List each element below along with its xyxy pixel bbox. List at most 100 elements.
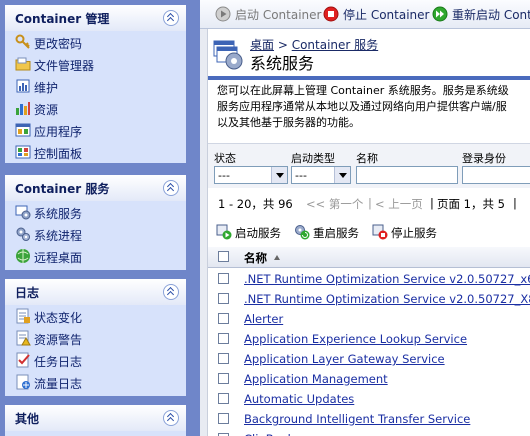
panel-title: Container 管理 [15, 12, 110, 26]
services-icon [15, 205, 31, 220]
column-header-name[interactable]: 名称 [244, 250, 267, 266]
chevron-down-icon [334, 167, 350, 183]
scrollbar[interactable] [200, 29, 208, 436]
main-content: 桌面 > Container 服务 系统服务 您可以在此屏幕上管理 Contai… [200, 29, 530, 436]
sidebar-item-task-log[interactable]: 任务日志 [5, 349, 186, 371]
panel-header[interactable]: Container 服务 [5, 175, 186, 201]
start-service-button[interactable]: 启动服务 [216, 224, 291, 240]
toolbar-label: 停止 Container [343, 8, 430, 22]
row-checkbox[interactable] [218, 373, 229, 384]
action-label: 启动服务 [235, 226, 281, 240]
applications-icon [15, 123, 31, 137]
sidebar-item-system-services[interactable]: 系统服务 [5, 201, 186, 223]
panel-container-services: Container 服务 系统服务 系统进程 远程桌面 [5, 175, 186, 270]
service-name-link[interactable]: .NET Runtime Optimization Service v2.0.5… [244, 292, 530, 306]
traffic-log-icon [16, 374, 30, 390]
sidebar-item-change-password[interactable]: 更改密码 [5, 31, 186, 53]
row-checkbox[interactable] [218, 333, 229, 344]
stop-container-button[interactable]: 停止 Container [323, 6, 430, 22]
page-description: 您可以在此屏幕上管理 Container 系统服务。服务是系统级 服务应用程序通… [217, 83, 530, 131]
collapse-icon[interactable] [163, 284, 179, 300]
name-filter-label: 名称 [356, 152, 378, 165]
sidebar-item-label: 文件管理器 [34, 59, 95, 73]
sidebar-item-traffic-log[interactable]: 流量日志 [5, 371, 186, 393]
sidebar-item-label: 状态变化 [34, 311, 83, 325]
select-value: --- [295, 169, 307, 182]
stop-service-button[interactable]: 停止服务 [372, 224, 447, 240]
restart-service-icon [295, 225, 310, 240]
sidebar-item-system-processes[interactable]: 系统进程 [5, 223, 186, 245]
sidebar-item-applications[interactable]: 应用程序 [5, 119, 186, 141]
logon-filter-input[interactable] [462, 166, 530, 184]
toolbar-label: 启动 Container [235, 8, 322, 22]
sidebar-item-control-panel[interactable]: 控制面板 [5, 141, 186, 163]
sidebar-item-label: 系统服务 [34, 207, 83, 221]
task-log-icon [16, 352, 30, 368]
resources-icon [16, 102, 30, 115]
service-name-link[interactable]: Application Management [244, 372, 388, 386]
startup-type-filter-label: 启动类型 [291, 152, 335, 165]
folder-icon [15, 57, 31, 71]
sidebar-item-label: 应用程序 [34, 125, 83, 139]
service-name-link[interactable]: Automatic Updates [244, 392, 354, 406]
logon-filter-label: 登录身份 [462, 152, 506, 165]
row-checkbox[interactable] [218, 413, 229, 424]
service-name-link[interactable]: Application Experience Lookup Service [244, 332, 467, 346]
restart-container-button[interactable]: 重新启动 Contain [432, 6, 530, 22]
row-checkbox[interactable] [218, 313, 229, 324]
panel-header[interactable]: 其他 [5, 405, 186, 431]
service-name-link[interactable]: Background Intelligent Transfer Service [244, 412, 470, 426]
sidebar-item-status-changes[interactable]: 状态变化 [5, 305, 186, 327]
collapse-icon[interactable] [163, 180, 179, 196]
service-name-link[interactable]: ClipBook [244, 432, 294, 436]
play-icon [215, 6, 231, 22]
row-checkbox[interactable] [218, 293, 229, 304]
collapse-icon[interactable] [163, 410, 179, 426]
panel-logs: 日志 状态变化 资源警告 任务日志 流量日志 [5, 279, 186, 396]
sidebar-item-label: 更改密码 [34, 37, 83, 51]
table-row: Application Layer Gateway Service [208, 349, 530, 369]
pager-first-link[interactable]: << 第一个 [306, 196, 363, 212]
key-icon [15, 34, 30, 49]
sidebar-item-maintenance[interactable]: 维护 [5, 75, 186, 97]
row-checkbox[interactable] [218, 273, 229, 284]
start-container-button[interactable]: 启动 Container [215, 6, 325, 22]
row-checkbox[interactable] [218, 393, 229, 404]
select-all-checkbox[interactable] [218, 251, 229, 262]
sidebar-item-file-manager[interactable]: 文件管理器 [5, 53, 186, 75]
panel-title: 日志 [15, 286, 40, 300]
table-row: ClipBook [208, 429, 530, 436]
pager-prev-link[interactable]: < 上一页 [375, 196, 423, 212]
service-actions: 启动服务 重启服务 停止服务 [208, 222, 530, 244]
sidebar-item-resources[interactable]: 资源 [5, 97, 186, 119]
service-name-link[interactable]: Alerter [244, 312, 283, 326]
panel-header[interactable]: 日志 [5, 279, 186, 305]
service-name-link[interactable]: Application Layer Gateway Service [244, 352, 445, 366]
sidebar-item-resource-warnings[interactable]: 资源警告 [5, 327, 186, 349]
pager-separator: | [430, 196, 434, 210]
service-name-link[interactable]: .NET Runtime Optimization Service v2.0.5… [244, 272, 530, 286]
table-row: Automatic Updates [208, 389, 530, 409]
sidebar-item-label: 系统进程 [34, 229, 83, 243]
startup-type-select[interactable]: --- [291, 166, 351, 184]
collapse-icon[interactable] [163, 10, 179, 26]
table-row: Application Experience Lookup Service [208, 329, 530, 349]
restart-service-button[interactable]: 重启服务 [294, 224, 369, 240]
title-divider [208, 76, 530, 80]
name-filter-input[interactable] [356, 166, 458, 184]
sidebar-item-label: 资源警告 [34, 333, 83, 347]
status-select[interactable]: --- [214, 166, 288, 184]
sidebar-item-remote-desktop[interactable]: 远程桌面 [5, 245, 186, 267]
panel-header[interactable]: Container 管理 [5, 5, 186, 31]
chevron-down-icon [271, 167, 287, 183]
panel-container-management: Container 管理 更改密码 文件管理器 维护 资源 应用程序 控制面板 [5, 5, 186, 163]
processes-icon [16, 227, 30, 241]
row-checkbox[interactable] [218, 353, 229, 364]
sidebar-item-label: 任务日志 [34, 355, 83, 369]
description-line: 以及其他基于服务器的功能。 [217, 116, 360, 129]
pager: 1 - 20，共 96 << 第一个 | < 上一页 | 页面 1，共 5 | [208, 192, 530, 214]
toolbar: 启动 Container 停止 Container 重新启动 Contain [200, 0, 530, 29]
pager-separator: | [368, 196, 372, 210]
sort-ascending-icon [274, 255, 280, 260]
stop-service-icon [372, 224, 388, 240]
